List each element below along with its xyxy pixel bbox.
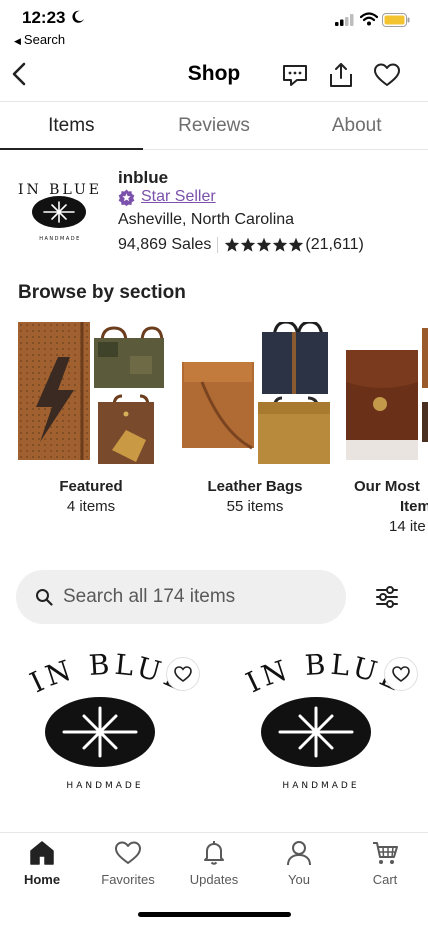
tab-reviews[interactable]: Reviews	[143, 102, 286, 149]
nav-you[interactable]: You	[259, 839, 339, 887]
star-seller-label: Star Seller	[141, 188, 216, 205]
shop-logo: IN BLUE HANDMADE	[18, 182, 102, 242]
shop-header: Shop	[0, 52, 428, 100]
filter-icon[interactable]	[372, 582, 402, 612]
star-seller-badge[interactable]: Star Seller	[118, 188, 216, 206]
sales-count: 94,869 Sales	[118, 236, 212, 253]
favorite-button[interactable]	[384, 657, 418, 691]
section-leather-bags-name[interactable]: Leather Bags	[170, 478, 340, 495]
section-featured-image[interactable]	[18, 322, 166, 464]
home-icon	[30, 841, 54, 865]
section-our-most-name-line2: Item	[400, 498, 428, 515]
cart-icon	[373, 842, 398, 864]
shop-location: Asheville, North Carolina	[118, 211, 295, 228]
star-icon	[289, 237, 304, 252]
nav-cart[interactable]: Cart	[345, 839, 425, 887]
shop-search-bar[interactable]	[16, 570, 346, 624]
moon-icon	[72, 10, 84, 23]
home-indicator	[138, 912, 291, 917]
message-icon[interactable]	[282, 62, 308, 88]
rating-stars[interactable]	[224, 237, 304, 253]
share-icon[interactable]	[328, 62, 354, 88]
stats-divider	[217, 237, 219, 253]
search-icon	[36, 589, 53, 606]
nav-home[interactable]: Home	[2, 839, 82, 887]
star-icon	[241, 237, 256, 252]
heart-icon	[174, 666, 192, 682]
section-leather-bags-image[interactable]	[182, 322, 330, 464]
heart-icon	[115, 841, 141, 864]
back-to-app-link[interactable]: ◀ Search	[14, 32, 65, 47]
section-our-most-name-line1: Our Most	[354, 478, 420, 495]
nav-favorites-label: Favorites	[101, 872, 155, 887]
battery-icon	[382, 13, 410, 27]
shop-name: inblue	[118, 168, 169, 187]
bell-icon	[204, 841, 224, 865]
nav-updates[interactable]: Updates	[174, 839, 254, 887]
section-leather-bags-count: 55 items	[226, 498, 284, 515]
page-title: Shop	[187, 62, 241, 85]
star-icon	[273, 237, 288, 252]
back-app-label: Search	[23, 32, 66, 47]
nav-favorites[interactable]: Favorites	[88, 839, 168, 887]
user-icon	[287, 841, 311, 866]
section-featured-name[interactable]: Featured	[6, 478, 176, 495]
tab-items[interactable]: Items	[0, 102, 143, 150]
shop-tabs: Items Reviews About	[0, 101, 428, 150]
section-our-most-image[interactable]	[346, 322, 428, 464]
favorite-button[interactable]	[166, 657, 200, 691]
shop-logo-text: IN BLUE	[18, 182, 102, 198]
nav-cart-label: Cart	[372, 872, 398, 887]
review-count[interactable]: (21,611)	[305, 236, 363, 254]
star-icon	[257, 237, 272, 252]
section-featured-count: 4 items	[66, 498, 116, 515]
section-our-most-count: 14 ite	[389, 518, 426, 535]
nav-home-label: Home	[23, 872, 61, 887]
shop-logo-subtext: HANDMADE	[39, 236, 81, 242]
signal-icon	[335, 14, 354, 26]
star-seller-icon	[118, 188, 135, 206]
wifi-icon	[360, 12, 378, 26]
search-input[interactable]	[63, 586, 323, 608]
nav-updates-label: Updates	[189, 872, 239, 887]
listing-logo-subtext: HANDMADE	[282, 781, 359, 791]
tab-about[interactable]: About	[285, 102, 428, 149]
heart-icon[interactable]	[374, 62, 400, 88]
back-triangle-icon: ◀	[14, 36, 21, 46]
nav-you-label: You	[288, 872, 310, 887]
section-our-most-name[interactable]: Our Most	[320, 478, 428, 495]
star-icon	[225, 237, 240, 252]
shop-stats: 94,869 Sales (21,611)	[118, 236, 364, 254]
status-time: 12:23	[22, 8, 66, 27]
status-bar: 12:23 ◀ Search	[0, 0, 428, 50]
browse-section-title: Browse by section	[18, 282, 186, 303]
heart-icon	[392, 666, 410, 682]
listing-logo-subtext: HANDMADE	[66, 781, 143, 791]
